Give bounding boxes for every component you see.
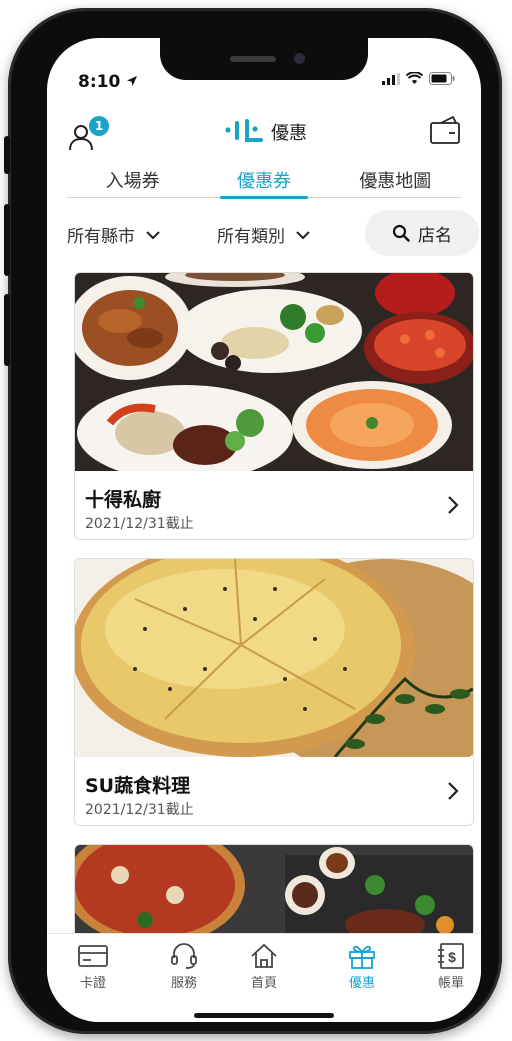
volume-down-button (4, 294, 10, 366)
coupon-image-restaurant-dishes (75, 273, 473, 471)
coupon-image-steak-pizza (75, 845, 473, 945)
notification-badge: 1 (89, 116, 109, 136)
chevron-right-icon (448, 782, 459, 800)
headset-icon (171, 943, 197, 969)
tab-coupon-map[interactable]: 優惠地圖 (330, 163, 461, 197)
app-logo: 優惠 (223, 118, 307, 146)
coupon-image-pizza (75, 559, 473, 757)
wallet-icon (430, 116, 460, 144)
logo-mark-icon (225, 119, 263, 142)
coupon-card[interactable]: 十得私廚 2021/12/31截止 (74, 272, 474, 540)
search-icon (392, 224, 410, 242)
tabbar-item-bill[interactable]: $ 帳單 (421, 942, 481, 991)
bill-icon: $ (438, 943, 464, 969)
category-filter-label: 所有類別 (217, 227, 285, 247)
home-icon (251, 943, 277, 968)
status-time: 8:10 (78, 72, 138, 92)
card-icon (78, 945, 108, 967)
coupon-tabs: 入場券 優惠券 優惠地圖 (67, 163, 461, 199)
signal-icon (382, 72, 400, 85)
coupon-card[interactable] (74, 844, 474, 946)
tabbar-label: 首頁 (250, 976, 277, 991)
category-filter-dropdown[interactable]: 所有類別 (217, 222, 311, 247)
tabbar-item-offers[interactable]: 優惠 (332, 942, 392, 991)
battery-icon (429, 72, 455, 85)
notch (160, 38, 368, 80)
store-search-label: 店名 (418, 225, 452, 246)
app-header: 1 優惠 (47, 100, 481, 162)
speaker (230, 56, 276, 62)
tabbar-label: 卡證 (79, 976, 106, 991)
city-filter-dropdown[interactable]: 所有縣市 (67, 222, 161, 247)
phone-frame: 8:10 1 優惠 入場券 優惠券 優惠地圖 所有縣市 所有類別 店名 十得私廚… (4, 8, 502, 1034)
status-icons (382, 72, 455, 85)
location-arrow-icon (127, 76, 138, 86)
tabbar-label: 優惠 (348, 976, 375, 991)
wifi-icon (406, 72, 423, 84)
filter-bar: 所有縣市 所有類別 店名 (47, 210, 481, 256)
tabbar-label: 帳單 (437, 976, 464, 991)
coupon-store-name: SU蔬食料理 (85, 775, 191, 797)
coupon-info: 十得私廚 2021/12/31截止 (75, 471, 473, 539)
coupon-expiry: 2021/12/31截止 (85, 802, 194, 818)
store-search-button[interactable]: 店名 (365, 210, 479, 256)
user-profile-button[interactable]: 1 (67, 110, 111, 151)
tab-coupons[interactable]: 優惠券 (198, 163, 329, 199)
svg-text:$: $ (448, 949, 456, 965)
bottom-tab-bar: 卡證 服務 首頁 優惠 $ 帳單 (47, 933, 481, 1022)
coupon-expiry: 2021/12/31截止 (85, 516, 194, 532)
tabbar-item-service[interactable]: 服務 (154, 942, 214, 991)
tab-tickets[interactable]: 入場券 (67, 163, 198, 197)
mute-switch (4, 136, 10, 174)
home-indicator (194, 1013, 334, 1018)
tabbar-label: 服務 (170, 976, 197, 991)
wallet-button[interactable] (429, 114, 461, 150)
app-screen: 8:10 1 優惠 入場券 優惠券 優惠地圖 所有縣市 所有類別 店名 十得私廚… (47, 38, 481, 1022)
coupon-card[interactable]: SU蔬食料理 2021/12/31截止 (74, 558, 474, 826)
tabbar-item-card[interactable]: 卡證 (63, 942, 123, 991)
chevron-right-icon (448, 496, 459, 514)
gift-icon (349, 945, 375, 969)
coupon-store-name: 十得私廚 (85, 489, 162, 511)
chevron-down-icon (146, 230, 160, 239)
logo-text: 優惠 (271, 123, 307, 144)
tabbar-item-home[interactable]: 首頁 (234, 942, 294, 991)
volume-up-button (4, 204, 10, 276)
chevron-down-icon (296, 230, 310, 239)
camera (294, 53, 305, 64)
coupon-info: SU蔬食料理 2021/12/31截止 (75, 757, 473, 825)
city-filter-label: 所有縣市 (67, 227, 135, 247)
